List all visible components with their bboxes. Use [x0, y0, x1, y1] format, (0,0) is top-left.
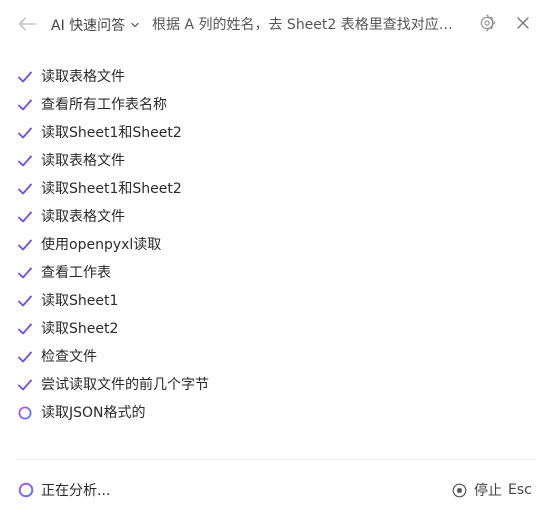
step-item: 读取Sheet2 [0, 315, 558, 343]
check-icon [18, 183, 32, 195]
step-item: 读取表格文件 [0, 147, 558, 175]
check-icon [18, 211, 32, 223]
mode-label: AI 快速问答 [51, 18, 126, 34]
check-icon [18, 323, 32, 335]
step-label: 查看工作表 [41, 265, 111, 281]
check-icon [18, 71, 32, 83]
chevron-down-icon [130, 20, 140, 30]
stop-button[interactable]: 停止 Esc [452, 480, 532, 500]
check-icon [18, 239, 32, 251]
status-label: 正在分析... [41, 483, 111, 499]
step-item: 读取表格文件 [0, 63, 558, 91]
stop-circle-icon [452, 483, 467, 497]
stop-shortcut: Esc [508, 482, 532, 498]
step-label: 尝试读取文件的前几个字节 [41, 377, 209, 393]
step-label: 检查文件 [41, 349, 97, 365]
step-item: 查看工作表 [0, 259, 558, 287]
close-button[interactable] [515, 15, 531, 31]
step-label: 读取表格文件 [41, 209, 125, 225]
check-icon [18, 127, 32, 139]
spinner-icon [18, 406, 32, 420]
settings-button[interactable] [478, 14, 496, 32]
step-label: 使用openpyxl读取 [41, 237, 162, 253]
check-icon [18, 99, 32, 111]
step-label: 查看所有工作表名称 [41, 97, 167, 113]
step-item: 读取Sheet1 [0, 287, 558, 315]
panel-header: AI 快速问答 根据 A 列的姓名，去 Sheet2 表格里查找对应的工资... [0, 0, 558, 48]
mode-dropdown[interactable]: AI 快速问答 [51, 14, 140, 36]
check-icon [18, 379, 32, 391]
step-item: 尝试读取文件的前几个字节 [0, 371, 558, 399]
check-icon [18, 351, 32, 363]
gear-icon [480, 14, 495, 32]
step-label: 读取表格文件 [41, 153, 125, 169]
step-item: 查看所有工作表名称 [0, 91, 558, 119]
step-item: 读取Sheet1和Sheet2 [0, 119, 558, 147]
step-list: 读取表格文件 查看所有工作表名称 读取Sheet1和Sheet2 读取表格文件 … [0, 63, 558, 427]
step-item: 读取表格文件 [0, 203, 558, 231]
spinner-icon [18, 482, 34, 498]
step-label: 读取Sheet2 [41, 321, 119, 337]
step-item: 检查文件 [0, 343, 558, 371]
back-button[interactable] [16, 14, 38, 34]
query-text: 根据 A 列的姓名，去 Sheet2 表格里查找对应的工资... [152, 17, 464, 33]
step-label: 读取Sheet1和Sheet2 [41, 181, 182, 197]
step-item-active: 读取JSON格式的 [0, 399, 558, 427]
step-item: 读取Sheet1和Sheet2 [0, 175, 558, 203]
ai-quick-answer-panel: AI 快速问答 根据 A 列的姓名，去 Sheet2 表格里查找对应的工资... [0, 0, 558, 524]
footer-divider [16, 459, 536, 460]
arrow-left-icon [18, 17, 36, 31]
close-icon [517, 17, 529, 29]
step-item: 使用openpyxl读取 [0, 231, 558, 259]
check-icon [18, 295, 32, 307]
check-icon [18, 267, 32, 279]
step-label: 读取JSON格式的 [41, 405, 146, 421]
step-label: 读取Sheet1 [41, 293, 119, 309]
step-label: 读取表格文件 [41, 69, 125, 85]
stop-label: 停止 [474, 483, 502, 499]
step-label: 读取Sheet1和Sheet2 [41, 125, 182, 141]
check-icon [18, 155, 32, 167]
analysis-status: 正在分析... [18, 480, 110, 500]
